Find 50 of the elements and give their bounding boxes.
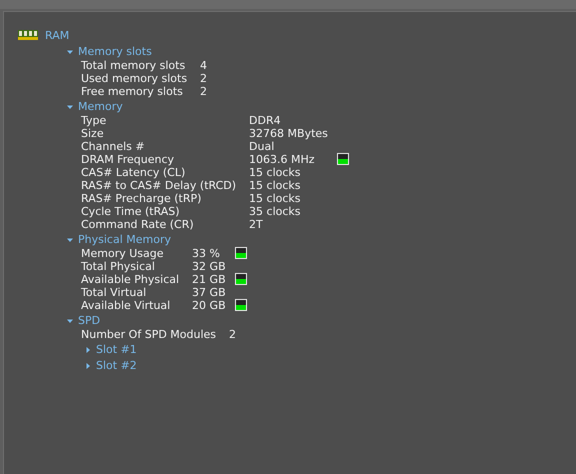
property-value: 15 clocks [249, 192, 302, 205]
property-label: RAS# Precharge (tRP) [81, 192, 202, 205]
property-label: Memory Usage [81, 247, 165, 260]
collapse-arrow-icon[interactable] [66, 48, 74, 56]
property-label: Total Physical [81, 260, 156, 273]
property-value: 4 [200, 59, 208, 72]
tree-item[interactable]: SPD [78, 314, 100, 327]
property-value: 20 GB [192, 299, 226, 312]
property-label: CAS# Latency (CL) [81, 166, 186, 179]
property-label: Available Physical [81, 273, 180, 286]
property-label: Total memory slots [81, 59, 186, 72]
expand-arrow-icon[interactable] [84, 362, 92, 370]
property-label: Type [81, 114, 108, 127]
property-label: Available Virtual [81, 299, 172, 312]
property-label: Free memory slots [81, 85, 184, 98]
property-label: Cycle Time (tRAS) [81, 205, 181, 218]
property-value: 1063.6 MHz [249, 153, 316, 166]
property-label: Size [81, 127, 105, 140]
property-value: 32 GB [192, 260, 226, 273]
tree-item[interactable]: Slot #2 [96, 359, 137, 372]
property-value: 2 [229, 328, 236, 341]
property-value: 15 clocks [249, 179, 302, 192]
property-value: Dual [249, 140, 276, 153]
property-value: 15 clocks [249, 166, 302, 179]
memory-module-icon [18, 30, 38, 40]
expand-arrow-icon[interactable] [84, 346, 92, 354]
property-value: 33 % [192, 247, 221, 260]
collapse-arrow-icon[interactable] [66, 102, 74, 110]
tree-item[interactable]: Physical Memory [78, 233, 171, 246]
property-value: 2 [200, 72, 208, 85]
collapse-arrow-icon[interactable] [66, 316, 74, 324]
property-value: 21 GB [192, 273, 226, 286]
property-value: 32768 MBytes [249, 127, 328, 140]
property-label: DRAM Frequency [81, 153, 176, 166]
property-value: 2T [249, 218, 264, 231]
property-value: 35 clocks [249, 205, 302, 218]
property-label: RAS# to CAS# Delay (tRCD) [81, 179, 236, 192]
property-label: Used memory slots [81, 72, 188, 85]
property-label: Number Of SPD Modules [81, 328, 216, 341]
property-label: Total Virtual [81, 286, 148, 299]
collapse-arrow-icon[interactable] [66, 236, 74, 244]
tree-item[interactable]: Slot #1 [96, 343, 137, 356]
property-label: Channels # [81, 140, 146, 153]
property-value: 2 [200, 85, 208, 98]
property-value: DDR4 [249, 114, 282, 127]
property-value: 37 GB [192, 286, 226, 299]
tree-item[interactable]: Memory slots [78, 45, 152, 58]
property-label: Command Rate (CR) [81, 218, 195, 231]
tree-item[interactable]: RAM [45, 28, 70, 42]
tree-item[interactable]: Memory [78, 100, 123, 113]
